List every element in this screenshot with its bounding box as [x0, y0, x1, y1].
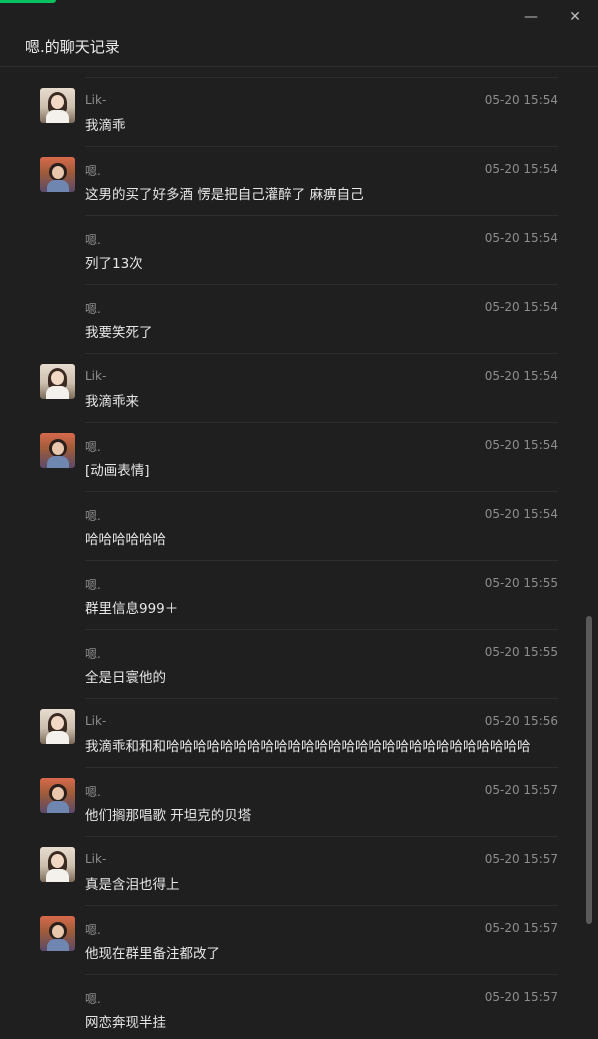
sender-name[interactable]: Lik- — [85, 852, 106, 866]
minimize-button[interactable]: — — [521, 8, 541, 26]
message-text: 全是日寰他的 — [85, 670, 166, 686]
message-divider — [85, 629, 558, 630]
message-time: 05-20 15:54 — [484, 300, 558, 314]
message-divider — [85, 146, 558, 147]
sender-name[interactable]: 嗯. — [85, 231, 101, 248]
message-divider — [85, 491, 558, 492]
message-text: 哈哈哈哈哈哈 — [85, 532, 166, 548]
message-time: 05-20 15:54 — [484, 507, 558, 521]
message-divider — [85, 698, 558, 699]
message-time: 05-20 15:55 — [484, 645, 558, 659]
message-divider — [85, 836, 558, 837]
message-item[interactable]: 嗯. 05-20 15:55 全是日寰他的 — [40, 629, 558, 698]
message-item[interactable]: Lik- 05-20 15:54 我滴乖 — [40, 77, 558, 146]
message-divider — [85, 422, 558, 423]
sender-name[interactable]: Lik- — [85, 93, 106, 107]
sender-name[interactable]: Lik- — [85, 714, 106, 728]
lik-avatar[interactable] — [40, 709, 75, 744]
en-avatar[interactable] — [40, 778, 75, 813]
message-text: 他现在群里备注都改了 — [85, 946, 220, 962]
message-divider — [85, 974, 558, 975]
message-item[interactable]: 嗯. 05-20 15:54 这男的买了好多酒 愣是把自己灌醉了 麻痹自己 — [40, 146, 558, 215]
lik-avatar[interactable] — [40, 847, 75, 882]
message-divider — [85, 284, 558, 285]
message-text: 我滴乖 — [85, 118, 126, 134]
sender-name[interactable]: 嗯. — [85, 990, 101, 1007]
close-button[interactable]: ✕ — [565, 8, 585, 26]
message-text: 我要笑死了 — [85, 325, 153, 341]
message-divider — [85, 353, 558, 354]
message-time: 05-20 15:54 — [484, 231, 558, 245]
message-list[interactable]: Lik- 05-20 15:54 我滴乖嗯. 05-20 15:54 这男的买了好多酒 … — [0, 67, 598, 1039]
message-item[interactable]: 嗯. 05-20 15:57 他们搁那唱歌 开坦克的贝塔 — [40, 767, 558, 836]
title-bar: 嗯.的聊天记录 — ✕ — [0, 0, 598, 66]
message-time: 05-20 15:57 — [484, 783, 558, 797]
message-time: 05-20 15:55 — [484, 576, 558, 590]
sender-name[interactable]: 嗯. — [85, 162, 101, 179]
message-item[interactable]: 嗯. 05-20 15:55 群里信息999＋ — [40, 560, 558, 629]
message-time: 05-20 15:54 — [484, 93, 558, 107]
sender-name[interactable]: 嗯. — [85, 576, 101, 593]
en-avatar[interactable] — [40, 916, 75, 951]
message-text: 我滴乖和和和哈哈哈哈哈哈哈哈哈哈哈哈哈哈哈哈哈哈哈哈哈哈哈哈哈哈哈 — [85, 739, 531, 755]
message-item[interactable]: Lik- 05-20 15:57 真是含泪也得上 — [40, 836, 558, 905]
sender-name[interactable]: 嗯. — [85, 645, 101, 662]
message-text: 真是含泪也得上 — [85, 877, 180, 893]
message-text: 这男的买了好多酒 愣是把自己灌醉了 麻痹自己 — [85, 187, 364, 203]
message-text: 列了13次 — [85, 256, 143, 272]
window-title: 嗯.的聊天记录 — [25, 38, 120, 56]
sender-name[interactable]: 嗯. — [85, 300, 101, 317]
message-time: 05-20 15:54 — [484, 369, 558, 383]
message-item[interactable]: 嗯. 05-20 15:54 列了13次 — [40, 215, 558, 284]
lik-avatar[interactable] — [40, 88, 75, 123]
en-avatar[interactable] — [40, 433, 75, 468]
sender-name[interactable]: 嗯. — [85, 438, 101, 455]
message-item[interactable]: Lik- 05-20 15:56 我滴乖和和和哈哈哈哈哈哈哈哈哈哈哈哈哈哈哈哈哈哈哈… — [40, 698, 558, 767]
message-divider — [85, 560, 558, 561]
message-item[interactable]: 嗯. 05-20 15:57 他现在群里备注都改了 — [40, 905, 558, 974]
message-item[interactable]: 嗯. 05-20 15:54 [动画表情] — [40, 422, 558, 491]
message-time: 05-20 15:56 — [484, 714, 558, 728]
message-text: 他们搁那唱歌 开坦克的贝塔 — [85, 808, 252, 824]
message-time: 05-20 15:54 — [484, 438, 558, 452]
message-time: 05-20 15:54 — [484, 162, 558, 176]
message-item[interactable]: 嗯. 05-20 15:54 哈哈哈哈哈哈 — [40, 491, 558, 560]
message-divider — [85, 905, 558, 906]
sender-name[interactable]: 嗯. — [85, 921, 101, 938]
message-text: [动画表情] — [85, 463, 150, 479]
message-text: 我滴乖来 — [85, 394, 139, 410]
message-time: 05-20 15:57 — [484, 990, 558, 1004]
message-divider — [85, 77, 558, 78]
message-divider — [85, 215, 558, 216]
message-text: 网恋奔现半挂 — [85, 1015, 166, 1031]
scrollbar-thumb[interactable] — [586, 616, 592, 924]
message-divider — [85, 767, 558, 768]
message-item[interactable]: 嗯. 05-20 15:57 网恋奔现半挂 — [40, 974, 558, 1039]
en-avatar[interactable] — [40, 157, 75, 192]
message-item[interactable]: 嗯. 05-20 15:54 我要笑死了 — [40, 284, 558, 353]
message-time: 05-20 15:57 — [484, 852, 558, 866]
message-time: 05-20 15:57 — [484, 921, 558, 935]
lik-avatar[interactable] — [40, 364, 75, 399]
message-item[interactable]: Lik- 05-20 15:54 我滴乖来 — [40, 353, 558, 422]
sender-name[interactable]: 嗯. — [85, 507, 101, 524]
sender-name[interactable]: 嗯. — [85, 783, 101, 800]
message-text: 群里信息999＋ — [85, 601, 179, 617]
sender-name[interactable]: Lik- — [85, 369, 106, 383]
